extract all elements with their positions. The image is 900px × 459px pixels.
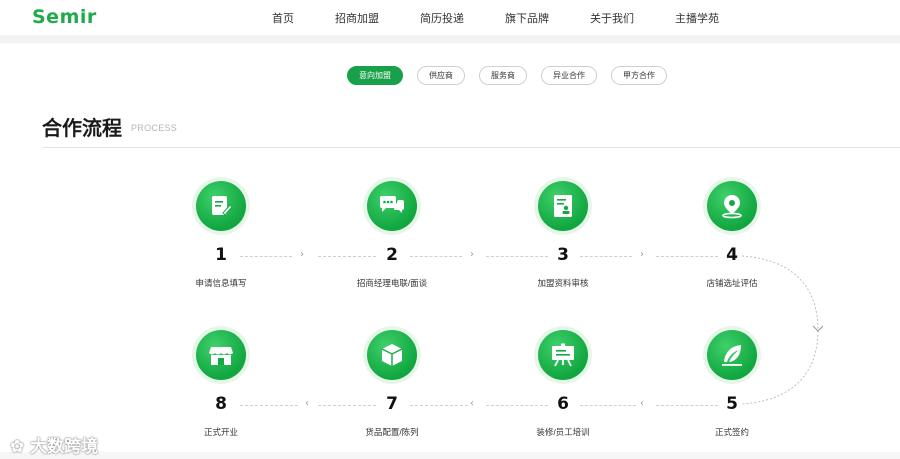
curved-connector xyxy=(741,255,824,405)
form-edit-icon xyxy=(212,196,233,216)
connector-line xyxy=(240,405,298,406)
brand-logo[interactable]: Semir xyxy=(32,6,97,28)
tab-supplier[interactable]: 供应商 xyxy=(417,66,465,85)
step-number: 6 xyxy=(557,394,569,414)
step-label: 招商经理电联/面谈 xyxy=(356,278,428,288)
chevron-left-icon: ‹ xyxy=(305,398,309,409)
watermark-logo-icon: ✿ xyxy=(10,437,31,457)
chat-bubbles-icon xyxy=(380,196,404,213)
connector-line xyxy=(410,256,462,257)
watermark: ✿ 大数跨境 xyxy=(10,432,98,457)
chevron-left-icon: ‹ xyxy=(470,398,474,409)
main-nav: 首页 招商加盟 简历投递 旗下品牌 关于我们 主播学苑 xyxy=(272,10,760,26)
step-number: 5 xyxy=(726,394,738,414)
header-divider-band xyxy=(0,35,900,43)
step-label: 正式签约 xyxy=(714,427,749,437)
nav-item-resume[interactable]: 简历投递 xyxy=(420,10,464,26)
chevron-right-icon: › xyxy=(470,249,474,260)
section-divider xyxy=(42,147,900,148)
connector-line xyxy=(318,405,376,406)
nav-item-about[interactable]: 关于我们 xyxy=(590,10,634,26)
chevron-right-icon: › xyxy=(640,249,644,260)
step-label: 货品配置/陈列 xyxy=(365,427,419,437)
step-number: 1 xyxy=(215,245,227,265)
tab-franchise-intent[interactable]: 意向加盟 xyxy=(347,66,403,85)
step-number: 7 xyxy=(386,394,398,414)
connector-line xyxy=(318,256,376,257)
chevron-right-icon: › xyxy=(300,249,304,260)
connector-line xyxy=(486,405,548,406)
section-subtitle: PROCESS xyxy=(131,123,178,133)
connector-line xyxy=(580,256,632,257)
footer-band xyxy=(0,452,900,459)
location-pin-icon xyxy=(722,195,742,219)
connector-line xyxy=(656,256,718,257)
nav-item-academy[interactable]: 主播学苑 xyxy=(675,10,719,26)
training-board-icon xyxy=(552,343,574,367)
top-header: Semir 首页 招商加盟 简历投递 旗下品牌 关于我们 主播学苑 xyxy=(0,0,900,35)
section-title: 合作流程 xyxy=(42,116,122,140)
step-label: 正式开业 xyxy=(203,427,238,437)
tab-service-provider[interactable]: 服务商 xyxy=(479,66,527,85)
connector-line xyxy=(240,256,292,257)
connector-line xyxy=(486,256,548,257)
step-number: 8 xyxy=(215,394,227,414)
storefront-icon xyxy=(209,347,233,365)
step-label: 装修/员工培训 xyxy=(536,427,590,437)
nav-item-brands[interactable]: 旗下品牌 xyxy=(505,10,549,26)
chevron-left-icon: ‹ xyxy=(640,398,644,409)
nav-item-franchise[interactable]: 招商加盟 xyxy=(335,10,379,26)
nav-item-home[interactable]: 首页 xyxy=(272,10,294,26)
tab-party-a[interactable]: 甲方合作 xyxy=(611,66,667,85)
watermark-text: 大数跨境 xyxy=(30,437,99,457)
feather-pen-icon xyxy=(722,345,742,366)
step-number: 3 xyxy=(557,245,569,265)
document-review-icon xyxy=(554,195,572,217)
product-box-icon xyxy=(381,344,403,366)
connector-line xyxy=(410,405,468,406)
step-label: 申请信息填写 xyxy=(195,278,247,288)
tab-cross-industry[interactable]: 异业合作 xyxy=(541,66,597,85)
connector-line xyxy=(656,405,718,406)
cooperation-tabs: 意向加盟 供应商 服务商 异业合作 甲方合作 xyxy=(347,66,681,85)
connector-line xyxy=(580,405,636,406)
step-label: 加盟资料审核 xyxy=(537,278,589,288)
step-number: 2 xyxy=(386,245,398,265)
